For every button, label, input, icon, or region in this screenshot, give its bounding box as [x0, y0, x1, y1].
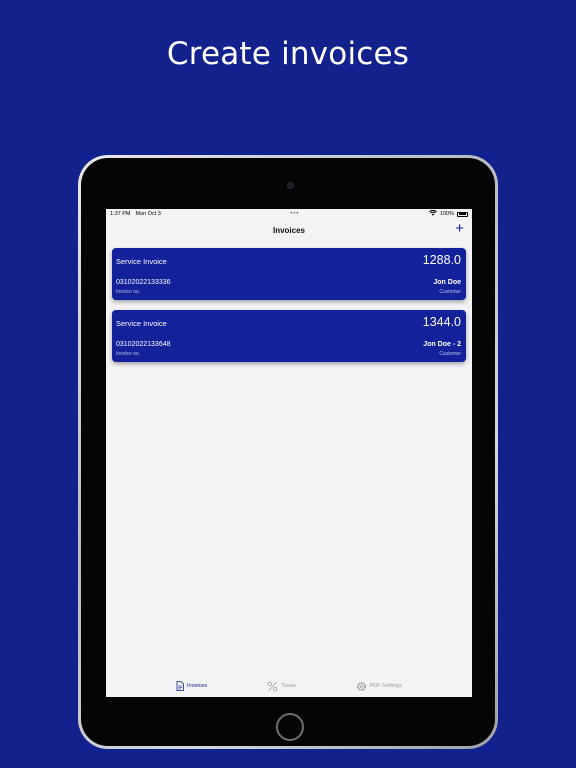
invoice-customer: Jon Doe - 2	[423, 341, 461, 348]
ipad-frame: 1:37 PM Mon Oct 3 ••• 100% Invoices + Se…	[78, 155, 498, 749]
tab-label: Invoices	[187, 683, 208, 689]
ipad-bezel: 1:37 PM Mon Oct 3 ••• 100% Invoices + Se…	[81, 158, 495, 746]
invoice-amount: 1288.0	[422, 253, 461, 267]
status-bar: 1:37 PM Mon Oct 3 ••• 100%	[106, 209, 472, 219]
navigation-bar: Invoices +	[106, 219, 472, 241]
document-icon	[176, 681, 184, 691]
page-title: Invoices	[272, 225, 305, 235]
invoice-customer-label: Customer	[439, 351, 461, 357]
app-screen: 1:37 PM Mon Oct 3 ••• 100% Invoices + Se…	[106, 209, 472, 697]
tab-label: PDF Settings	[369, 683, 402, 689]
battery-icon	[457, 211, 468, 217]
invoice-number-label: Invoice no.	[116, 289, 141, 295]
home-button[interactable]	[276, 713, 304, 741]
percent-icon	[267, 681, 278, 692]
invoice-amount: 1344.0	[422, 315, 461, 329]
tab-invoices[interactable]: Invoices	[176, 681, 207, 691]
status-date: Mon Oct 3	[135, 211, 161, 217]
battery-percent: 100%	[439, 211, 454, 217]
invoice-list: Service Invoice 1288.0 03102022133336 In…	[106, 241, 472, 362]
invoice-number: 03102022133648	[116, 341, 171, 348]
multitasking-dots-icon[interactable]: •••	[290, 211, 299, 217]
invoice-card[interactable]: Service Invoice 1288.0 03102022133336 In…	[112, 248, 466, 300]
invoice-title: Service Invoice	[116, 257, 167, 266]
status-time: 1:37 PM	[110, 211, 131, 217]
gear-icon	[356, 681, 367, 692]
tab-label: Taxes	[281, 683, 296, 689]
wifi-icon	[428, 209, 437, 218]
add-invoice-button[interactable]: +	[455, 221, 464, 237]
invoice-customer-label: Customer	[439, 289, 461, 295]
tab-bar: Invoices Taxes PDF Settings	[106, 675, 472, 697]
headline: Create invoices	[166, 36, 410, 72]
tab-pdf-settings[interactable]: PDF Settings	[356, 681, 402, 692]
tab-taxes[interactable]: Taxes	[267, 681, 296, 692]
invoice-number: 03102022133336	[116, 279, 171, 286]
invoice-card[interactable]: Service Invoice 1344.0 03102022133648 In…	[112, 310, 466, 362]
invoice-customer: Jon Doe	[433, 279, 461, 286]
invoice-title: Service Invoice	[116, 319, 167, 328]
invoice-number-label: Invoice no.	[116, 351, 141, 357]
camera-icon	[287, 182, 294, 189]
